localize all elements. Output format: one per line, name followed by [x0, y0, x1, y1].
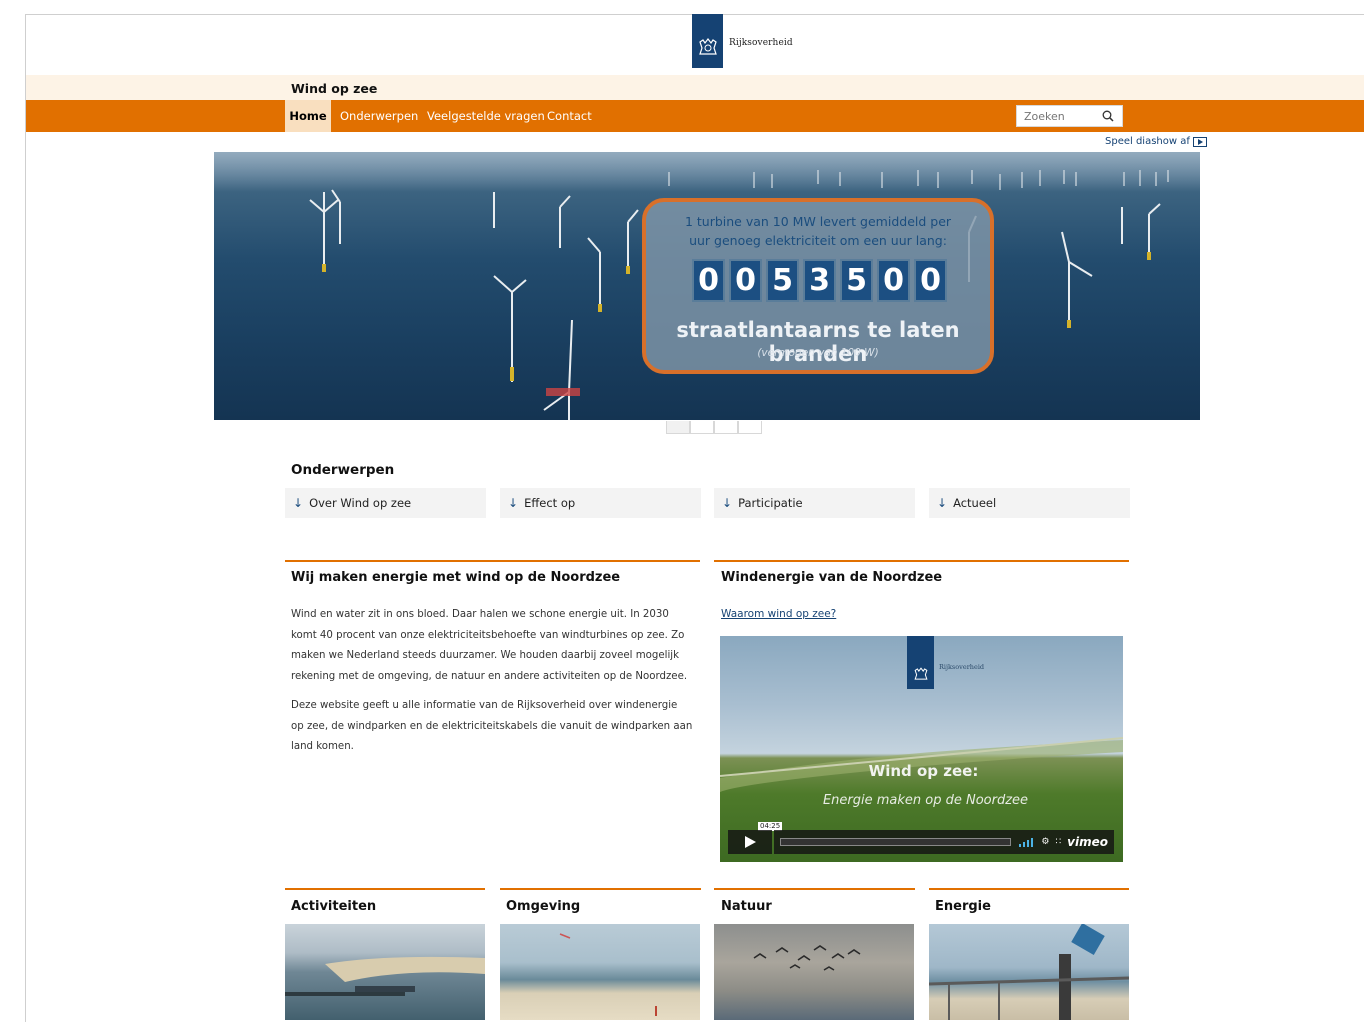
tile-divider [929, 888, 1129, 890]
arrow-down-icon: ↓ [937, 496, 948, 510]
tile-title-energie[interactable]: Energie [935, 899, 991, 914]
video-play-button[interactable] [728, 830, 772, 854]
topic-link-over-wind-op-zee[interactable]: ↓ Over Wind op zee [285, 488, 486, 518]
tile-title-omgeving[interactable]: Omgeving [506, 899, 580, 914]
counter-digit: 0 [692, 259, 725, 302]
topic-link-participatie[interactable]: ↓ Participatie [714, 488, 915, 518]
play-icon [1192, 136, 1207, 147]
video-title: Wind op zee: [868, 762, 979, 780]
binocular-viewer-photo [929, 924, 1129, 1020]
topic-link-effect-op[interactable]: ↓ Effect op [500, 488, 701, 518]
fullscreen-icon[interactable]: ∷ [1055, 837, 1061, 847]
why-wind-at-sea-link[interactable]: Waarom wind op zee? [721, 608, 836, 620]
intro-line: Deze website geeft u alle informatie van… [291, 700, 678, 711]
nav-item-veelgestelde-vragen[interactable]: Veelgestelde vragen [427, 100, 545, 132]
counter-intro: 1 turbine van 10 MW levert gemiddeld per… [646, 212, 990, 250]
video-block-divider [714, 560, 1129, 562]
video-control-icons: ⚙ ∷ vimeo [1019, 835, 1108, 849]
intro-line: komt 40 procent van onze elektriciteitsb… [291, 629, 685, 641]
tile-divider [500, 888, 701, 890]
video-subtitle: Energie maken op de Noordzee [822, 793, 1029, 808]
slideshow-pager [666, 421, 762, 434]
counter-digit: 3 [803, 259, 836, 302]
tile-image-omgeving[interactable] [500, 924, 700, 1020]
tile-title-activiteiten[interactable]: Activiteiten [291, 899, 376, 914]
topic-link-label: Actueel [953, 496, 997, 510]
intro-line: rekening met de omgeving, de natuur en a… [291, 670, 688, 682]
rijksoverheid-logo[interactable]: Rijksoverheid [692, 14, 793, 68]
tile-image-natuur[interactable] [714, 924, 914, 1020]
tile-divider [285, 888, 485, 890]
intro-divider [285, 560, 700, 562]
video-progress-bar[interactable] [780, 838, 1012, 846]
electricity-counter-panel: 1 turbine van 10 MW levert gemiddeld per… [642, 198, 994, 374]
slide-dot[interactable] [690, 421, 714, 434]
nav-item-home[interactable]: Home [285, 100, 331, 132]
video-logo [907, 636, 934, 689]
topics-heading: Onderwerpen [291, 462, 395, 478]
tile-divider [714, 888, 915, 890]
video-block-title: Windenergie van de Noordzee [721, 570, 943, 585]
topic-link-label: Participatie [738, 496, 803, 510]
arrow-down-icon: ↓ [508, 496, 519, 510]
intro-paragraph-1: Wind en water zit in ons bloed. Daar hal… [291, 605, 696, 687]
tile-image-activiteiten[interactable] [285, 924, 485, 1020]
topic-link-actueel[interactable]: ↓ Actueel [929, 488, 1130, 518]
slide-dot[interactable] [666, 421, 690, 434]
beach-photo [559, 933, 657, 1016]
intro-line: land komen. [291, 741, 354, 752]
video-player[interactable]: Rijksoverheid Wind op zee: Energie maken… [720, 636, 1123, 862]
slideshow-label: Speel diashow af [1105, 136, 1190, 147]
intro-line: Wind en water zit in ons bloed. Daar hal… [291, 609, 669, 620]
site-title-band [26, 75, 1364, 100]
counter-digit: 5 [766, 259, 799, 302]
video-progress-area: ⚙ ∷ vimeo [774, 830, 1114, 854]
search-icon [1102, 110, 1114, 122]
search-input[interactable] [1017, 106, 1095, 126]
counter-footnote: (vermogen van 100 W) [757, 347, 879, 359]
play-slideshow-link[interactable]: Speel diashow af [1105, 136, 1207, 147]
tile-image-energie[interactable] [929, 924, 1129, 1020]
arrow-down-icon: ↓ [722, 496, 733, 510]
search-button[interactable] [1095, 106, 1121, 126]
video-logo-wordmark: Rijksoverheid [939, 663, 985, 671]
nav-item-contact[interactable]: Contact [547, 100, 592, 132]
intro-title: Wij maken energie met wind op de Noordze… [291, 570, 621, 585]
counter-digit: 0 [877, 259, 910, 302]
intro-paragraph-2: Deze website geeft u alle informatie van… [291, 696, 696, 758]
topic-link-label: Over Wind op zee [309, 496, 412, 510]
counter-digit: 5 [840, 259, 873, 302]
coat-of-arms-icon [692, 14, 723, 68]
counter-digit: 0 [729, 259, 762, 302]
vimeo-logo[interactable]: vimeo [1067, 835, 1108, 849]
harbour-photo [285, 956, 485, 996]
counter-intro-line-1: 1 turbine van 10 MW levert gemiddeld per [684, 214, 952, 229]
streetlight-counter: 0 0 5 3 5 0 0 [692, 259, 947, 302]
nav-item-onderwerpen[interactable]: Onderwerpen [340, 100, 418, 132]
hero-slideshow[interactable]: 1 turbine van 10 MW levert gemiddeld per… [214, 152, 1200, 420]
settings-icon[interactable]: ⚙ [1041, 837, 1049, 847]
intro-line: maken we Nederland steeds duurzamer. We … [291, 650, 680, 661]
video-controls: ⚙ ∷ vimeo [728, 830, 1114, 854]
tile-title-natuur[interactable]: Natuur [721, 899, 772, 914]
play-icon [745, 836, 756, 848]
slide-dot[interactable] [714, 421, 738, 434]
topic-link-label: Effect op [524, 496, 576, 510]
main-navigation [26, 100, 1364, 132]
counter-digit: 0 [914, 259, 947, 302]
birds-photo [753, 945, 861, 971]
logo-wordmark: Rijksoverheid [729, 38, 793, 48]
search-form [1016, 105, 1123, 127]
arrow-down-icon: ↓ [293, 496, 304, 510]
volume-icon[interactable] [1019, 837, 1035, 847]
counter-intro-line-2: uur genoeg elektriciteit om een uur lang… [689, 233, 947, 248]
intro-line: op zee, de windparken en de elektricitei… [291, 720, 693, 732]
site-title[interactable]: Wind op zee [291, 81, 377, 96]
slide-dot[interactable] [738, 421, 762, 434]
coat-of-arms-icon [913, 667, 928, 680]
